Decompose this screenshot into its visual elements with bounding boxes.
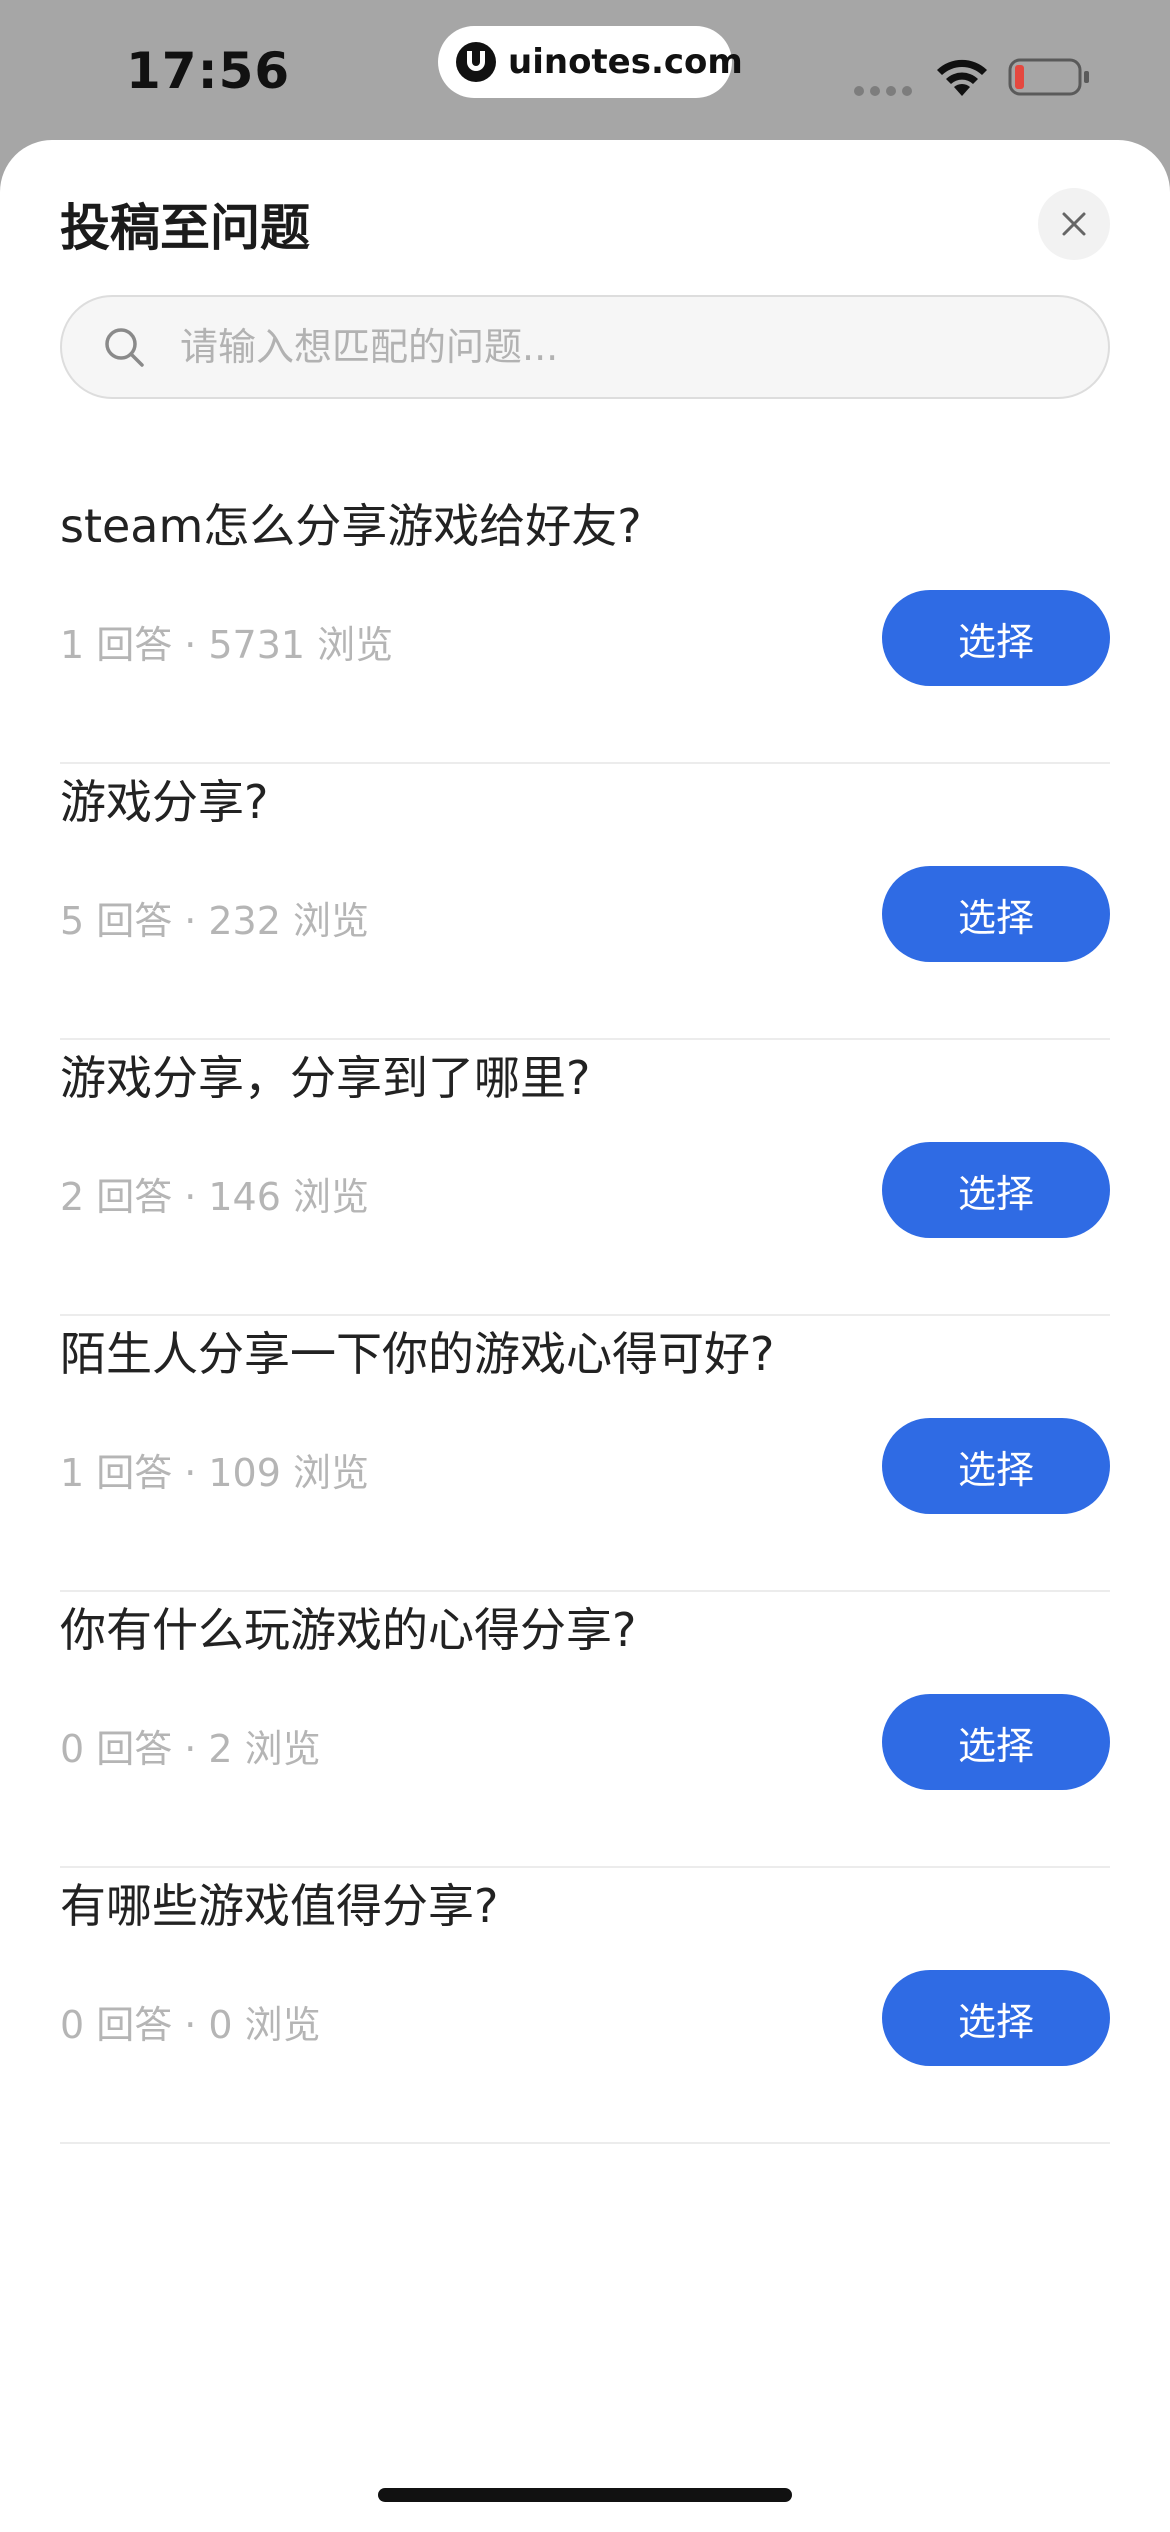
- question-title: 你有什么玩游戏的心得分享?: [60, 1603, 637, 1657]
- question-stats: 2 回答 · 146 浏览: [60, 1166, 369, 1221]
- meta-separator: ·: [184, 899, 197, 943]
- answer-count: 0 回答: [60, 1727, 173, 1771]
- url-pill[interactable]: uinotes.com: [438, 26, 743, 98]
- question-picker-sheet: 投稿至问题 steam怎么分享游戏给好友? 1 回答·5731 浏览 选择 游戏…: [0, 140, 1170, 2532]
- search-icon: [105, 328, 144, 367]
- view-count: 232 浏览: [208, 899, 369, 943]
- select-button[interactable]: 选择: [882, 1970, 1110, 2066]
- site-logo-icon: [456, 42, 496, 82]
- meta-separator: ·: [184, 1727, 197, 1771]
- question-stats: 1 回答 · 109 浏览: [60, 1442, 369, 1497]
- question-stats: 1 回答 · 5731 浏览: [60, 614, 393, 669]
- meta-separator: ·: [184, 1451, 197, 1495]
- signal-icon: [854, 86, 914, 96]
- battery-icon: [1008, 58, 1089, 96]
- question-stats: 0 回答 · 0 浏览: [60, 1994, 321, 2049]
- question-item: 游戏分享，分享到了哪里? 2 回答 · 146 浏览 选择: [60, 1042, 1110, 1316]
- sheet-title: 投稿至问题: [60, 199, 310, 257]
- wifi-icon: [937, 59, 987, 96]
- select-button[interactable]: 选择: [882, 1142, 1110, 1238]
- url-text: uinotes.com: [508, 42, 743, 82]
- question-title: 陌生人分享一下你的游戏心得可好?: [60, 1327, 775, 1381]
- home-indicator[interactable]: [378, 2488, 792, 2502]
- view-count: 109 浏览: [208, 1451, 369, 1495]
- question-item: 你有什么玩游戏的心得分享? 0 回答 · 2 浏览 选择: [60, 1594, 1110, 1868]
- meta-separator: ·: [184, 2003, 197, 2047]
- question-title: 游戏分享，分享到了哪里?: [60, 1051, 591, 1105]
- select-button[interactable]: 选择: [882, 866, 1110, 962]
- view-count: 0 浏览: [208, 2003, 321, 2047]
- question-title: 游戏分享?: [60, 775, 269, 829]
- search-box[interactable]: [60, 295, 1110, 399]
- meta-separator: ·: [184, 1175, 197, 1219]
- answer-count: 1 回答: [60, 1451, 173, 1495]
- meta-separator: ·: [184, 623, 197, 667]
- answer-count: 0 回答: [60, 2003, 173, 2047]
- answer-count: 1 回答: [60, 623, 173, 667]
- question-stats: 0 回答 · 2 浏览: [60, 1718, 321, 1773]
- question-item: 陌生人分享一下你的游戏心得可好? 1 回答 · 109 浏览 选择: [60, 1318, 1110, 1592]
- question-title: 有哪些游戏值得分享?: [60, 1879, 499, 1933]
- answer-count: 2 回答: [60, 1175, 173, 1219]
- close-icon: [1062, 212, 1086, 236]
- question-item: 有哪些游戏值得分享? 0 回答 · 0 浏览 选择: [60, 1870, 1110, 2144]
- view-count: 5731 浏览: [208, 623, 394, 667]
- select-button[interactable]: 选择: [882, 1418, 1110, 1514]
- view-count: 2 浏览: [208, 1727, 321, 1771]
- answer-count: 5 回答: [60, 899, 173, 943]
- select-button[interactable]: 选择: [882, 590, 1110, 686]
- question-stats: 5 回答 · 232 浏览: [60, 890, 369, 945]
- question-title: steam怎么分享游戏给好友?: [60, 499, 642, 553]
- search-input[interactable]: [178, 324, 1062, 370]
- close-button[interactable]: [1038, 188, 1110, 260]
- question-list: steam怎么分享游戏给好友? 1 回答 · 5731 浏览 选择 游戏分享? 5 …: [60, 490, 1110, 2146]
- select-button[interactable]: 选择: [882, 1694, 1110, 1790]
- status-time: 17:56: [126, 42, 291, 100]
- status-bar: 17:56 uinotes.com: [0, 0, 1170, 140]
- question-item: steam怎么分享游戏给好友? 1 回答 · 5731 浏览 选择: [60, 490, 1110, 764]
- question-item: 游戏分享? 5 回答 · 232 浏览 选择: [60, 766, 1110, 1040]
- view-count: 146 浏览: [208, 1175, 369, 1219]
